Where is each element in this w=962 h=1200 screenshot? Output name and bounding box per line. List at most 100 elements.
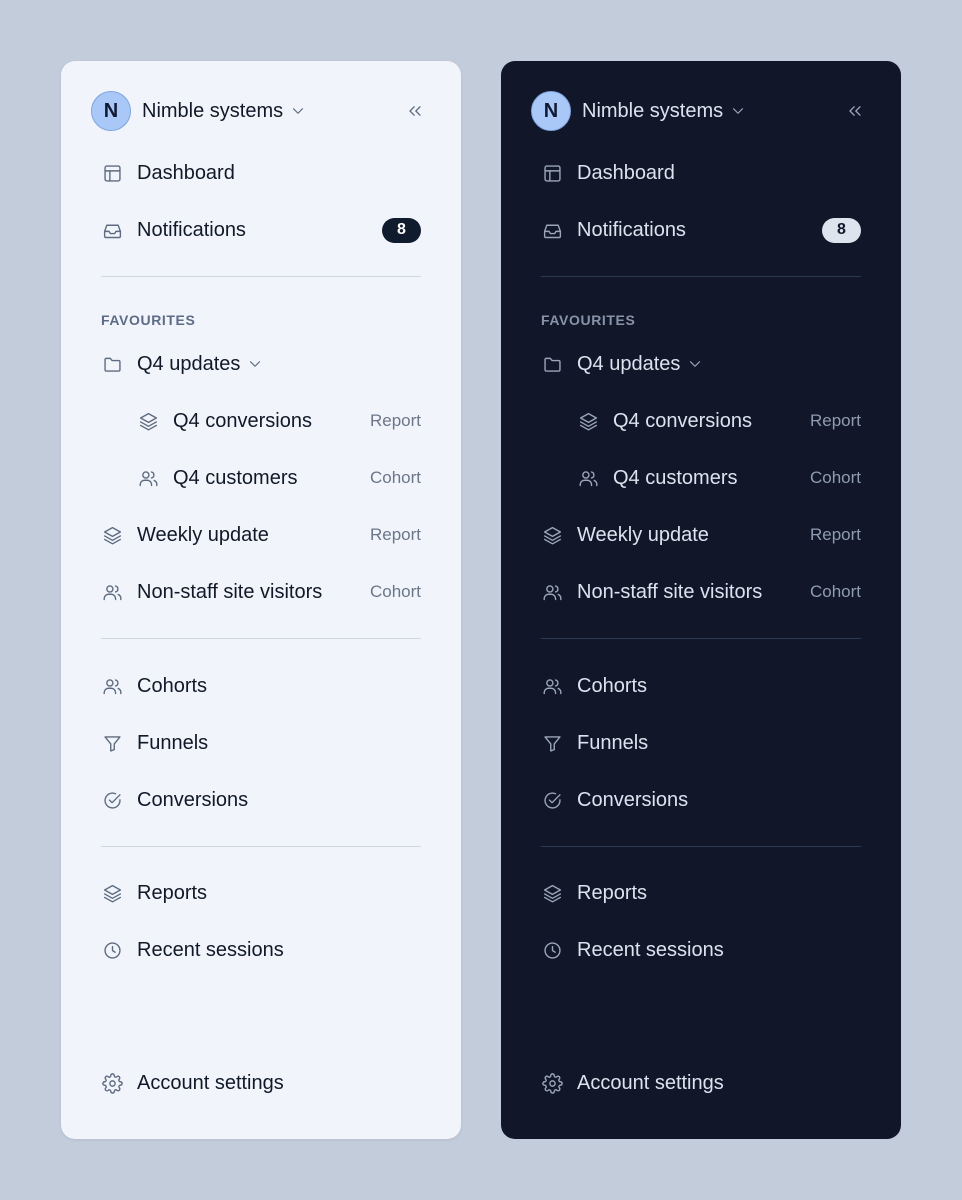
nav-item-label: Funnels: [137, 731, 209, 754]
notification-count-badge: 8: [822, 217, 861, 243]
folder-label: Q4 updates: [137, 352, 241, 375]
check-circle-icon: [541, 789, 563, 811]
users-icon: [541, 675, 563, 697]
users-icon: [541, 581, 563, 603]
workspace-name: Nimble systems: [582, 99, 724, 122]
favourite-item-label: Q4 customers: [613, 466, 738, 489]
favourite-item-non-staff-site-visitors[interactable]: Non-staff site visitors Cohort: [101, 572, 421, 612]
nav-item-label: Conversions: [137, 788, 249, 811]
divider: [101, 276, 421, 277]
favourite-item-label: Q4 conversions: [173, 409, 312, 432]
nav-item-label: Account settings: [577, 1071, 724, 1094]
nav-item-account-settings[interactable]: Account settings: [101, 1063, 421, 1103]
filter-icon: [541, 732, 563, 754]
nav-item-label: Cohorts: [577, 674, 648, 697]
layers-icon: [541, 524, 563, 546]
collapse-sidebar-button[interactable]: [405, 101, 425, 121]
nav-item-funnels[interactable]: Funnels: [541, 723, 861, 763]
favourite-item-type: Cohort: [369, 582, 421, 601]
nav-item-label: Notifications: [577, 218, 686, 241]
nav-item-cohorts[interactable]: Cohorts: [541, 666, 861, 706]
favourite-item-type: Cohort: [809, 468, 861, 487]
notification-count-badge: 8: [382, 217, 421, 243]
nav-item-label: Reports: [137, 881, 208, 904]
nav-item-notifications[interactable]: Notifications 8: [101, 210, 421, 250]
layers-icon: [577, 410, 599, 432]
favourite-item-label: Weekly update: [577, 523, 709, 546]
check-circle-icon: [101, 789, 123, 811]
favourite-item-non-staff-site-visitors[interactable]: Non-staff site visitors Cohort: [541, 572, 861, 612]
workspace-name: Nimble systems: [142, 99, 284, 122]
nav-item-label: Dashboard: [577, 161, 675, 184]
layout-icon: [541, 162, 563, 184]
favourite-item-weekly-update[interactable]: Weekly update Report: [541, 515, 861, 555]
nav-item-label: Funnels: [577, 731, 649, 754]
nav-item-recent-sessions[interactable]: Recent sessions: [101, 930, 421, 970]
chevron-down-icon: [686, 355, 704, 373]
avatar: N: [531, 91, 571, 131]
layout-icon: [101, 162, 123, 184]
nav-item-label: Recent sessions: [137, 938, 284, 961]
workspace-switcher[interactable]: N Nimble systems: [91, 91, 307, 131]
divider: [541, 846, 861, 847]
inbox-icon: [541, 219, 563, 241]
favourite-item-type: Cohort: [809, 582, 861, 601]
nav-item-dashboard[interactable]: Dashboard: [541, 153, 861, 193]
favourite-item-type: Cohort: [369, 468, 421, 487]
nav-item-funnels[interactable]: Funnels: [101, 723, 421, 763]
favourite-item-q4-customers[interactable]: Q4 customers Cohort: [137, 458, 421, 498]
layers-icon: [541, 882, 563, 904]
nav-item-cohorts[interactable]: Cohorts: [101, 666, 421, 706]
nav-item-label: Recent sessions: [577, 938, 724, 961]
favourite-item-type: Report: [369, 411, 421, 430]
nav-item-notifications[interactable]: Notifications 8: [541, 210, 861, 250]
nav-item-recent-sessions[interactable]: Recent sessions: [541, 930, 861, 970]
layers-icon: [101, 882, 123, 904]
favourite-item-type: Report: [809, 411, 861, 430]
filter-icon: [101, 732, 123, 754]
folder-label: Q4 updates: [577, 352, 681, 375]
workspace-switcher[interactable]: N Nimble systems: [531, 91, 747, 131]
users-icon: [101, 581, 123, 603]
favourite-item-q4-conversions[interactable]: Q4 conversions Report: [137, 401, 421, 441]
chevron-down-icon: [729, 102, 747, 120]
section-heading-favourites: FAVOURITES: [541, 312, 636, 328]
nav-item-dashboard[interactable]: Dashboard: [101, 153, 421, 193]
favourite-item-type: Report: [809, 525, 861, 544]
nav-item-reports[interactable]: Reports: [541, 873, 861, 913]
favourite-item-weekly-update[interactable]: Weekly update Report: [101, 515, 421, 555]
sidebar-light: N Nimble systems Dashboard Notifications…: [61, 61, 461, 1139]
chevrons-left-icon: [849, 106, 861, 116]
nav-item-account-settings[interactable]: Account settings: [541, 1063, 861, 1103]
favourite-folder-q4-updates[interactable]: Q4 updates: [101, 344, 421, 384]
favourite-item-label: Q4 customers: [173, 466, 298, 489]
divider: [541, 638, 861, 639]
divider: [101, 638, 421, 639]
divider: [101, 846, 421, 847]
avatar: N: [91, 91, 131, 131]
favourite-item-q4-customers[interactable]: Q4 customers Cohort: [577, 458, 861, 498]
collapse-sidebar-button[interactable]: [845, 101, 865, 121]
folder-icon: [101, 353, 123, 375]
folder-icon: [541, 353, 563, 375]
nav-item-label: Notifications: [137, 218, 246, 241]
sidebar-dark: N Nimble systems Dashboard Notifications…: [501, 61, 901, 1139]
users-icon: [137, 467, 159, 489]
favourite-folder-q4-updates[interactable]: Q4 updates: [541, 344, 861, 384]
favourite-item-label: Weekly update: [137, 523, 269, 546]
nav-item-label: Cohorts: [137, 674, 208, 697]
gear-icon: [541, 1072, 563, 1094]
layers-icon: [137, 410, 159, 432]
favourite-item-label: Q4 conversions: [613, 409, 752, 432]
divider: [541, 276, 861, 277]
inbox-icon: [101, 219, 123, 241]
clock-icon: [541, 939, 563, 961]
chevron-down-icon: [289, 102, 307, 120]
nav-item-conversions[interactable]: Conversions: [541, 780, 861, 820]
favourite-item-type: Report: [369, 525, 421, 544]
nav-item-conversions[interactable]: Conversions: [101, 780, 421, 820]
nav-item-label: Conversions: [577, 788, 689, 811]
favourite-item-q4-conversions[interactable]: Q4 conversions Report: [577, 401, 861, 441]
clock-icon: [101, 939, 123, 961]
nav-item-reports[interactable]: Reports: [101, 873, 421, 913]
